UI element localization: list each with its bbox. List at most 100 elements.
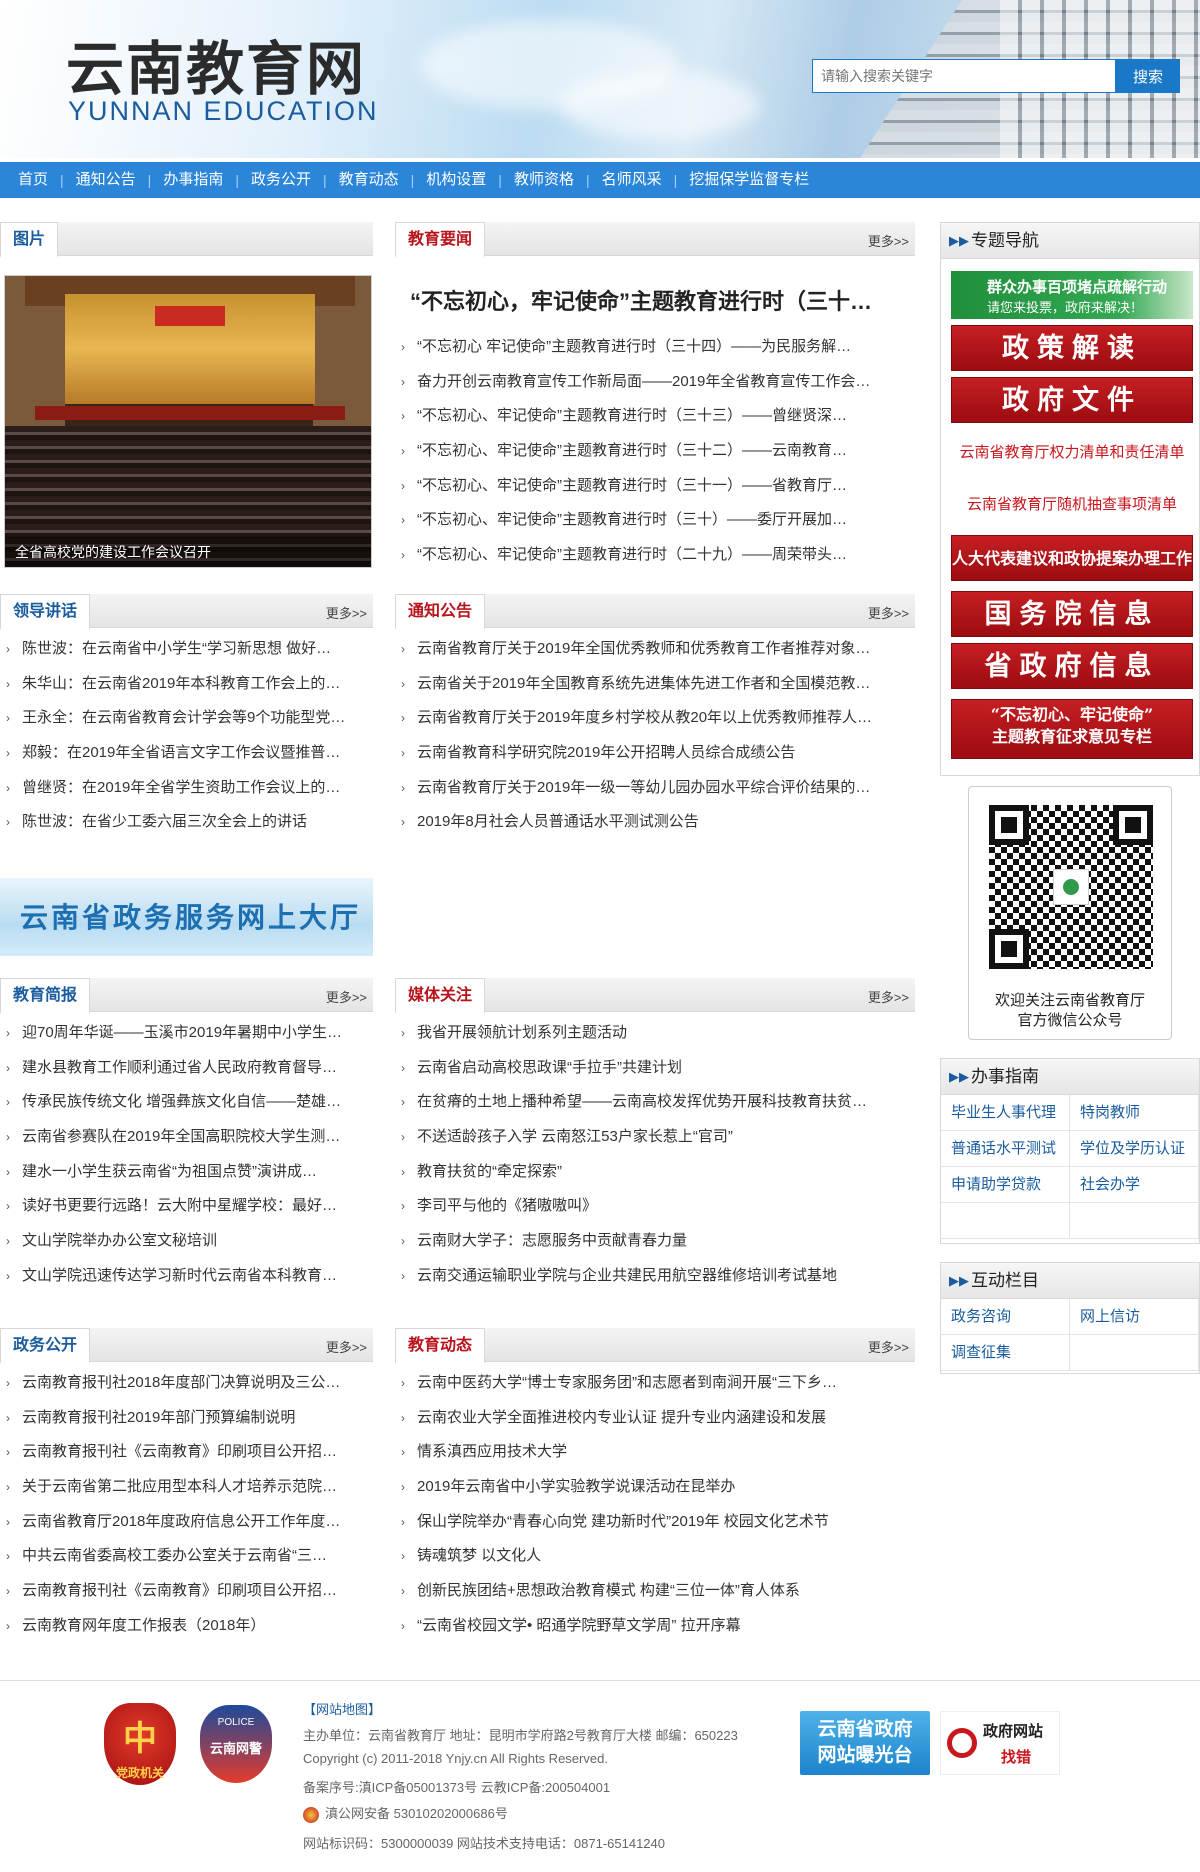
list-item[interactable]: › 云南省教育厅2018年度政府信息公开工作年度…: [0, 1505, 373, 1540]
nav-item-guide[interactable]: 办事指南: [151, 162, 235, 198]
photo-caption[interactable]: 全省高校党的建设工作会议召开: [5, 537, 371, 567]
panel-title[interactable]: 通知公告: [395, 594, 486, 630]
state-council-info-button[interactable]: 国务院信息: [951, 591, 1193, 637]
list-item[interactable]: › 云南财大学子：志愿服务中贡献青春力量: [395, 1224, 915, 1259]
guide-item[interactable]: 社会办学: [1070, 1167, 1199, 1203]
list-item[interactable]: › 云南省关于2019年全国教育系统先进集体先进工作者和全国模范教…: [395, 667, 915, 702]
list-item[interactable]: › 云南省教育厅关于2019年全国优秀教师和优秀教育工作者推荐对象…: [395, 632, 915, 667]
interact-item[interactable]: 政务咨询: [941, 1299, 1070, 1335]
list-item[interactable]: › 王永全：在云南省教育会计学会等9个功能型党…: [0, 701, 373, 736]
nav-item-notice[interactable]: 通知公告: [64, 162, 148, 198]
panel-title[interactable]: 领导讲话: [0, 594, 91, 630]
exposure-platform-badge[interactable]: 云南省政府 网站曝光台: [800, 1711, 930, 1775]
nav-item-edu-dynamics[interactable]: 教育动态: [327, 162, 411, 198]
panel-title[interactable]: 教育要闻: [395, 222, 486, 258]
party-gov-seal[interactable]: 中 党政机关: [104, 1703, 176, 1785]
power-list-link[interactable]: 云南省教育厅权力清单和责任清单: [951, 441, 1193, 462]
list-item[interactable]: › “不忘初心、牢记使命”主题教育进行时（三十三）——曾继贤深…: [395, 399, 915, 434]
sitemap-link[interactable]: 【网站地图】: [303, 1702, 381, 1717]
guide-item[interactable]: 特岗教师: [1070, 1095, 1199, 1131]
list-item[interactable]: › 陈世波：在省少工委六届三次全会上的讲话: [0, 805, 373, 840]
gov-documents-button[interactable]: 政府文件: [951, 377, 1193, 423]
panel-title[interactable]: 教育简报: [0, 978, 91, 1014]
interact-item[interactable]: 网上信访: [1070, 1299, 1199, 1335]
panel-title[interactable]: 政务公开: [0, 1328, 91, 1364]
list-item[interactable]: › 陈世波：在云南省中小学生“学习新思想 做好…: [0, 632, 373, 667]
nav-item-home[interactable]: 首页: [6, 162, 60, 198]
nav-item-supervision[interactable]: 挖掘保学监督专栏: [677, 162, 821, 198]
provincial-gov-info-button[interactable]: 省政府信息: [951, 643, 1193, 689]
list-item[interactable]: › 中共云南省委高校工委办公室关于云南省“三…: [0, 1539, 373, 1574]
guide-item[interactable]: 普通话水平测试: [941, 1131, 1070, 1167]
list-item[interactable]: › 李司平与他的《猪嗷嗷叫》: [395, 1189, 915, 1224]
opinion-column-button[interactable]: “不忘初心、牢记使命” 主题教育征求意见专栏: [951, 699, 1193, 759]
list-item[interactable]: › 云南省教育厅关于2019年一级一等幼儿园办园水平综合评价结果的…: [395, 771, 915, 806]
list-item[interactable]: › 云南教育报刊社2019年部门预算编制说明: [0, 1401, 373, 1436]
nav-item-teacher-cert[interactable]: 教师资格: [502, 162, 586, 198]
guide-item[interactable]: 毕业生人事代理: [941, 1095, 1070, 1131]
list-item[interactable]: › 奋力开创云南教育宣传工作新局面——2019年全省教育宣传工作会…: [395, 365, 915, 400]
list-item[interactable]: › 云南教育报刊社《云南教育》印刷项目公开招…: [0, 1574, 373, 1609]
featured-photo[interactable]: 全省高校党的建设工作会议召开: [4, 275, 372, 568]
list-item[interactable]: › 云南中医药大学“博士专家服务团”和志愿者到南涧开展“三下乡…: [395, 1366, 915, 1401]
list-item[interactable]: › 云南教育网年度工作报表（2018年）: [0, 1609, 373, 1644]
list-item[interactable]: › “不忘初心、牢记使命”主题教育进行时（二十九）——周荣带头…: [395, 538, 915, 573]
list-item[interactable]: › “云南省校园文学• 昭通学院野草文学周” 拉开序幕: [395, 1609, 915, 1644]
list-item[interactable]: › 读好书更要行远路！云大附中星耀学校：最好…: [0, 1189, 373, 1224]
list-item[interactable]: › 文山学院举办办公室文秘培训: [0, 1224, 373, 1259]
panel-title[interactable]: 教育动态: [395, 1328, 486, 1364]
list-item[interactable]: › 关于云南省第二批应用型本科人才培养示范院…: [0, 1470, 373, 1505]
list-item[interactable]: › 不送适龄孩子入学 云南怒江53户家长惹上“官司”: [395, 1120, 915, 1155]
gov-site-errors-badge[interactable]: 政府网站 找错: [940, 1711, 1060, 1775]
list-item[interactable]: › “不忘初心 牢记使命”主题教育进行时（三十四）——为民服务解…: [395, 330, 915, 365]
nav-item-gov-open[interactable]: 政务公开: [239, 162, 323, 198]
list-item[interactable]: › “不忘初心、牢记使命”主题教育进行时（三十二）——云南教育…: [395, 434, 915, 469]
more-link[interactable]: 更多>>: [326, 987, 367, 1006]
panel-title[interactable]: 图片: [0, 222, 59, 258]
list-item[interactable]: › 在贫瘠的土地上播种希望——云南高校发挥优势开展科技教育扶贫…: [395, 1085, 915, 1120]
list-item[interactable]: › 云南教育报刊社《云南教育》印刷项目公开招…: [0, 1435, 373, 1470]
list-item[interactable]: › 云南省启动高校思政课“手拉手”共建计划: [395, 1051, 915, 1086]
policy-interpretation-button[interactable]: 政策解读: [951, 325, 1193, 371]
list-item[interactable]: › 曾继贤：在2019年全省学生资助工作会议上的…: [0, 771, 373, 806]
list-item[interactable]: › 云南农业大学全面推进校内专业认证 提升专业内涵建设和发展: [395, 1401, 915, 1436]
random-inspection-link[interactable]: 云南省教育厅随机抽查事项清单: [951, 493, 1193, 514]
headline-link[interactable]: “不忘初心，牢记使命”主题教育进行时（三十…: [410, 284, 920, 316]
npc-proposals-button[interactable]: 人大代表建议和政协提案办理工作: [951, 535, 1193, 581]
list-item[interactable]: › 云南省教育厅关于2019年度乡村学校从教20年以上优秀教师推荐人…: [395, 701, 915, 736]
list-item[interactable]: › 教育扶贫的“牵定探索”: [395, 1155, 915, 1190]
list-item[interactable]: › 传承民族传统文化 增强彝族文化自信——楚雄…: [0, 1085, 373, 1120]
list-item[interactable]: › 云南省参赛队在2019年全国高职院校大学生测…: [0, 1120, 373, 1155]
search-button[interactable]: 搜索: [1116, 59, 1180, 93]
footer-police-text[interactable]: 滇公网安备 53010202000686号: [325, 1806, 508, 1821]
list-item[interactable]: › 铸魂筑梦 以文化人: [395, 1539, 915, 1574]
panel-title[interactable]: 媒体关注: [395, 978, 486, 1014]
search-input[interactable]: [812, 59, 1116, 93]
list-item[interactable]: › 建水一小学生获云南省“为祖国点赞”演讲成…: [0, 1155, 373, 1190]
nav-item-famous-teachers[interactable]: 名师风采: [590, 162, 674, 198]
more-link[interactable]: 更多>>: [326, 1337, 367, 1356]
list-item[interactable]: › 情系滇西应用技术大学: [395, 1435, 915, 1470]
list-item[interactable]: › 建水县教育工作顺利通过省人民政府教育督导…: [0, 1051, 373, 1086]
guide-item[interactable]: 申请助学贷款: [941, 1167, 1070, 1203]
list-item[interactable]: › 朱华山：在云南省2019年本科教育工作会上的…: [0, 667, 373, 702]
more-link[interactable]: 更多>>: [326, 603, 367, 622]
interact-item[interactable]: 调查征集: [941, 1335, 1070, 1371]
more-link[interactable]: 更多>>: [868, 231, 909, 250]
list-item[interactable]: › “不忘初心、牢记使命”主题教育进行时（三十一）——省教育厅…: [395, 469, 915, 504]
guide-item[interactable]: 学位及学历认证: [1070, 1131, 1199, 1167]
list-item[interactable]: › 文山学院迅速传达学习新时代云南省本科教育…: [0, 1259, 373, 1294]
list-item[interactable]: › 2019年云南省中小学实验教学说课活动在昆举办: [395, 1470, 915, 1505]
mass-affairs-banner[interactable]: 群众办事百项堵点疏解行动 请您来投票，政府来解决！: [951, 271, 1193, 319]
site-logo[interactable]: 云南教育网: [66, 22, 366, 106]
nav-item-organization[interactable]: 机构设置: [414, 162, 498, 198]
list-item[interactable]: › 我省开展领航计划系列主题活动: [395, 1016, 915, 1051]
list-item[interactable]: › 云南交通运输职业学院与企业共建民用航空器维修培训考试基地: [395, 1259, 915, 1294]
more-link[interactable]: 更多>>: [868, 1337, 909, 1356]
list-item[interactable]: › 创新民族团结+思想政治教育模式 构建“三位一体”育人体系: [395, 1574, 915, 1609]
more-link[interactable]: 更多>>: [868, 603, 909, 622]
list-item[interactable]: › 迎70周年华诞——玉溪市2019年暑期中小学生…: [0, 1016, 373, 1051]
list-item[interactable]: › “不忘初心、牢记使命”主题教育进行时（三十）——委厅开展加…: [395, 503, 915, 538]
list-item[interactable]: › 郑毅：在2019年全省语言文字工作会议暨推普…: [0, 736, 373, 771]
list-item[interactable]: › 云南省教育科学研究院2019年公开招聘人员综合成绩公告: [395, 736, 915, 771]
